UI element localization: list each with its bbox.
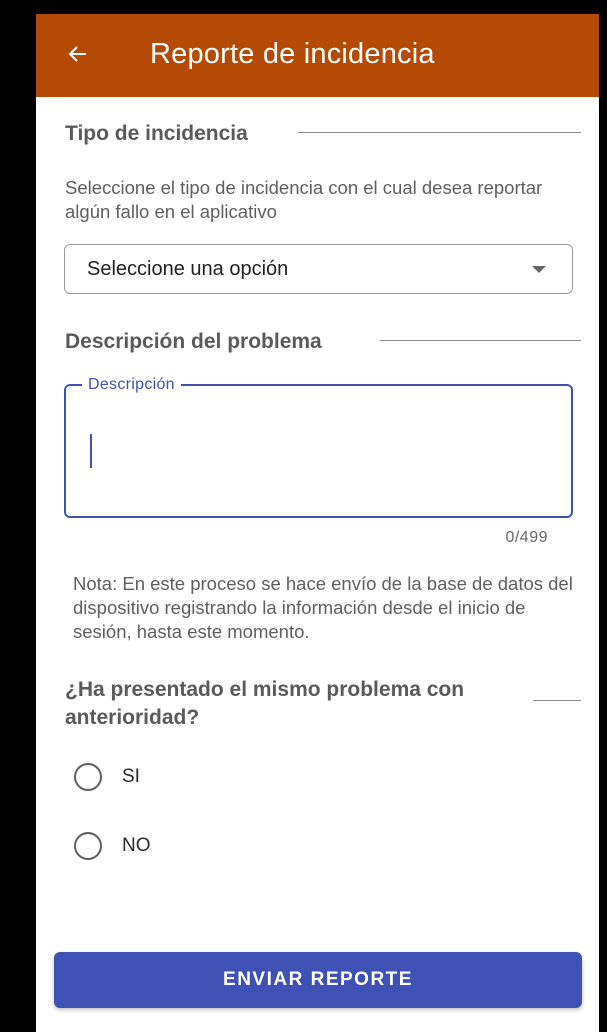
screen-frame-top xyxy=(0,0,607,14)
page-title: Reporte de incidencia xyxy=(150,38,435,70)
back-button[interactable] xyxy=(58,34,98,74)
radio-option-si[interactable]: SI xyxy=(74,760,140,794)
section-divider xyxy=(380,340,581,341)
screen-frame-left xyxy=(0,0,36,1032)
section-divider xyxy=(298,132,581,133)
radio-label: SI xyxy=(122,766,140,787)
section-title-tipo: Tipo de incidencia xyxy=(65,122,248,145)
incident-type-select[interactable]: Seleccione una opción xyxy=(64,244,573,294)
section-divider xyxy=(533,700,581,701)
radio-button-icon[interactable] xyxy=(74,763,102,791)
arrow-left-icon xyxy=(68,46,86,62)
radio-button-icon[interactable] xyxy=(74,832,102,860)
description-label: Descripción xyxy=(82,376,181,394)
app-bar: Reporte de incidencia xyxy=(36,14,599,97)
help-text: Seleccione el tipo de incidencia con el … xyxy=(65,177,543,222)
screen-frame-right xyxy=(599,0,607,1032)
text-cursor xyxy=(90,434,92,468)
app-screen: Reporte de incidencia Tipo de incidencia… xyxy=(36,14,599,1032)
radio-option-no[interactable]: NO xyxy=(74,829,151,863)
select-value: Seleccione una opción xyxy=(87,258,289,280)
dropdown-arrow-icon xyxy=(532,266,546,273)
submit-report-button[interactable]: ENVIAR REPORTE xyxy=(54,952,582,1008)
section-title-descripcion: Descripción del problema xyxy=(65,330,322,353)
question-title: ¿Ha presentado el mismo problema con ant… xyxy=(65,678,465,729)
character-counter: 0/499 xyxy=(505,529,548,546)
note-text: Nota: En este proceso se hace envío de l… xyxy=(73,573,573,642)
description-textarea[interactable] xyxy=(64,384,573,518)
radio-label: NO xyxy=(122,835,151,856)
